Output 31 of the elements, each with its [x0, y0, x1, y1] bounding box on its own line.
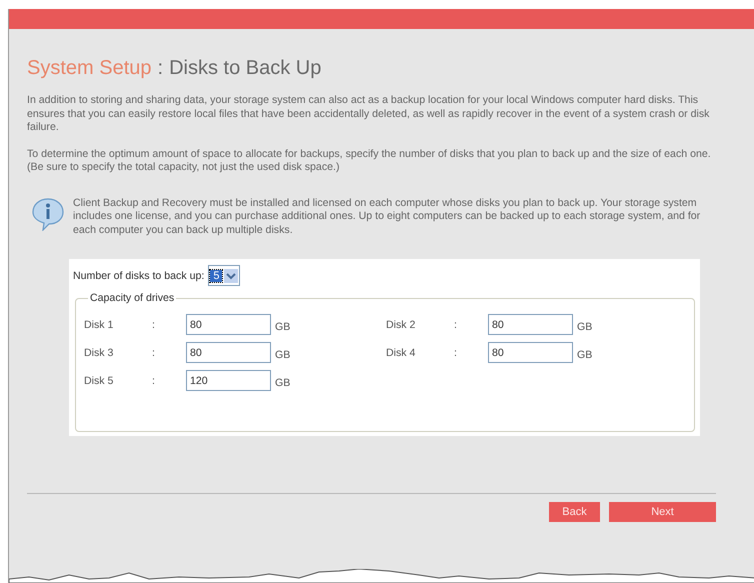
section-title: System Setup: [27, 57, 152, 80]
colon-separator: :: [152, 374, 156, 386]
disk-label: Disk 5: [84, 374, 114, 386]
unit-label: GB: [275, 320, 290, 332]
unit-label: GB: [275, 348, 290, 360]
unit-label: GB: [577, 320, 592, 332]
unit-label: GB: [275, 376, 290, 388]
info-icon: [31, 196, 65, 230]
capacity-input[interactable]: 80: [488, 342, 573, 363]
unit-label: GB: [577, 348, 592, 360]
disk-label: Disk 3: [84, 346, 114, 358]
page-title: Disks to Back Up: [169, 57, 322, 80]
disk-label: Disk 2: [386, 318, 416, 330]
info-note: Client Backup and Recovery must be installed and licensed on each computer whose disks you plan to back up. Your storage system includes one license, and you can purchase additional ones. Up to eight computers can be backed up to each storage system, and for each computer you can back up multiple disks.: [73, 196, 702, 237]
colon-separator: :: [454, 346, 458, 358]
disk-count-dropdown[interactable]: 5: [208, 265, 240, 286]
caret-icon: [224, 268, 238, 282]
intro-paragraph: In addition to storing and sharing data, your storage system can also act as a backup location for your local Windows computer hard disks. This ensures that you can easily restore local files that have been accidentally deleted, as well as rapidly recover in the event of a system crash or disk failure.: [27, 94, 710, 134]
intro-paragraph: To determine the optimum amount of space to allocate for backups, specify the number of disks that you plan to back up and the size of each one. (Be sure to specify the total capacity, not just the used disk space.): [27, 148, 712, 174]
colon-separator: :: [454, 318, 458, 330]
capacity-input[interactable]: 120: [186, 370, 271, 391]
colon-separator: :: [152, 346, 156, 358]
field-label: Number of disks to back up:: [73, 270, 204, 282]
capacity-input[interactable]: 80: [186, 314, 271, 335]
disk-label: Disk 1: [84, 318, 114, 330]
group-legend: Capacity of drives: [88, 292, 176, 304]
colon-separator: :: [152, 318, 156, 330]
title-separator: :: [158, 57, 164, 80]
disk-label: Disk 4: [386, 346, 416, 358]
capacity-input[interactable]: 80: [488, 314, 573, 335]
capacity-input[interactable]: 80: [186, 342, 271, 363]
